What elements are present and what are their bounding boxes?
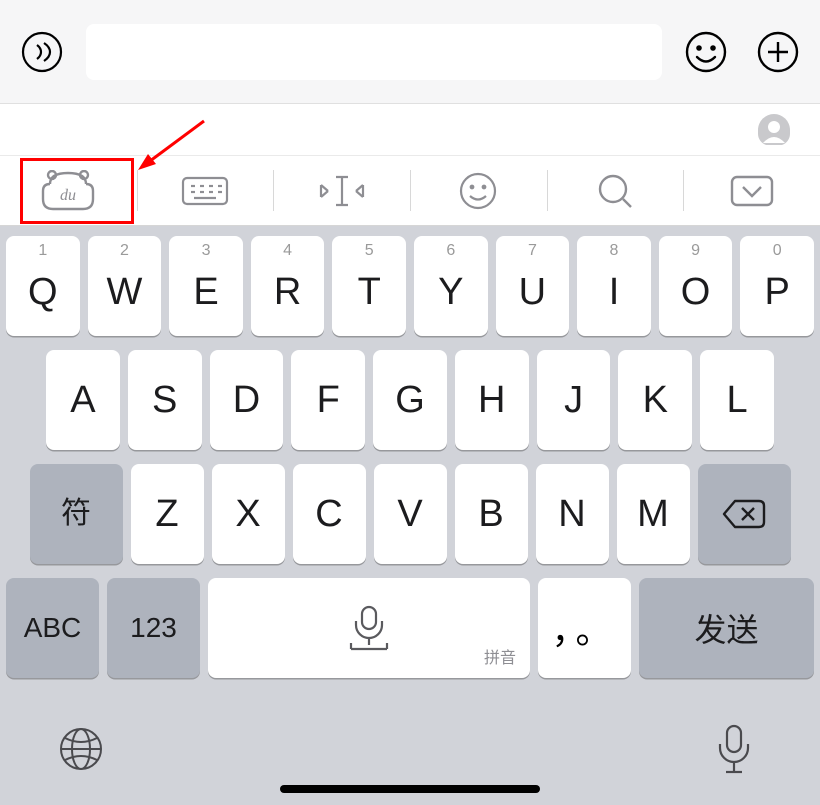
avatar-icon[interactable]	[754, 110, 794, 150]
key-p[interactable]: 0P	[740, 236, 814, 336]
key-w[interactable]: 2W	[88, 236, 162, 336]
svg-text:du: du	[60, 187, 76, 204]
globe-icon[interactable]	[56, 724, 106, 774]
abc-key[interactable]: ABC	[6, 578, 99, 678]
key-q[interactable]: 1Q	[6, 236, 80, 336]
voice-input-icon[interactable]	[14, 24, 70, 80]
key-o[interactable]: 9O	[659, 236, 733, 336]
punctuation-key[interactable]: ，。	[538, 578, 631, 678]
key-r[interactable]: 4R	[251, 236, 325, 336]
key-b[interactable]: B	[455, 464, 528, 564]
ime-toolbar: du	[0, 156, 820, 226]
key-row-1: 1Q2W3E4R5T6Y7U8I9O0P	[6, 236, 814, 336]
send-key[interactable]: 发送	[639, 578, 814, 678]
key-d[interactable]: D	[210, 350, 284, 450]
key-row-2: ASDFGHJKL	[6, 350, 814, 450]
keyboard: 1Q2W3E4R5T6Y7U8I9O0P ASDFGHJKL 符 ZXCVBNM…	[0, 226, 820, 805]
key-u[interactable]: 7U	[496, 236, 570, 336]
key-j[interactable]: J	[537, 350, 611, 450]
key-row-4: ABC 123 拼音 ，。 发送	[6, 578, 814, 678]
key-e[interactable]: 3E	[169, 236, 243, 336]
space-key[interactable]: 拼音	[208, 578, 530, 678]
number-key[interactable]: 123	[107, 578, 200, 678]
key-y[interactable]: 6Y	[414, 236, 488, 336]
key-n[interactable]: N	[536, 464, 609, 564]
chat-top-bar	[0, 0, 820, 104]
keyboard-layout-icon[interactable]	[137, 156, 274, 225]
emoji-icon[interactable]	[678, 24, 734, 80]
plus-icon[interactable]	[750, 24, 806, 80]
emoji-toolbar-icon[interactable]	[410, 156, 547, 225]
cursor-move-icon[interactable]	[273, 156, 410, 225]
symbol-key[interactable]: 符	[30, 464, 123, 564]
key-g[interactable]: G	[373, 350, 447, 450]
key-z[interactable]: Z	[131, 464, 204, 564]
key-a[interactable]: A	[46, 350, 120, 450]
key-t[interactable]: 5T	[332, 236, 406, 336]
key-c[interactable]: C	[293, 464, 366, 564]
key-i[interactable]: 8I	[577, 236, 651, 336]
key-s[interactable]: S	[128, 350, 202, 450]
collapse-keyboard-icon[interactable]	[683, 156, 820, 225]
key-l[interactable]: L	[700, 350, 774, 450]
key-k[interactable]: K	[618, 350, 692, 450]
sub-bar	[0, 104, 820, 156]
backspace-key[interactable]	[698, 464, 791, 564]
home-indicator[interactable]	[280, 785, 540, 793]
message-input[interactable]	[86, 24, 662, 80]
key-x[interactable]: X	[212, 464, 285, 564]
mic-icon[interactable]	[712, 722, 756, 776]
key-v[interactable]: V	[374, 464, 447, 564]
baidu-ime-icon[interactable]: du	[0, 156, 137, 225]
key-f[interactable]: F	[291, 350, 365, 450]
space-mode-label: 拼音	[484, 644, 516, 668]
key-h[interactable]: H	[455, 350, 529, 450]
search-icon[interactable]	[547, 156, 684, 225]
key-m[interactable]: M	[617, 464, 690, 564]
key-row-3: 符 ZXCVBNM	[6, 464, 814, 564]
